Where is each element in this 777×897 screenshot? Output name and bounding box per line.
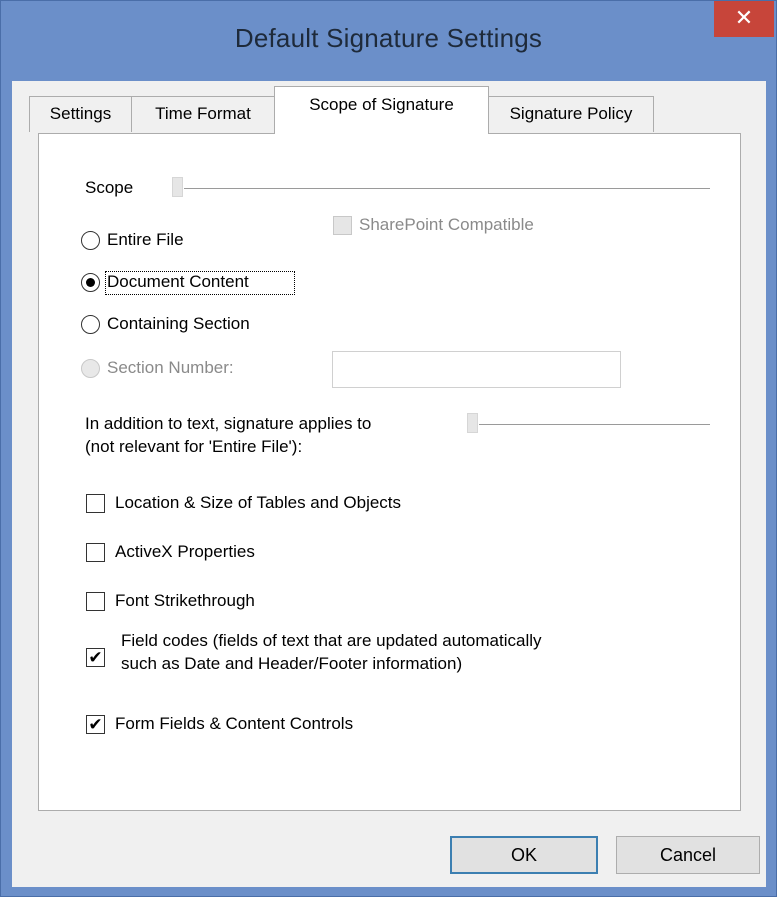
checkbox-location-size-tables-label: Location & Size of Tables and Objects [115,493,402,512]
applies-group-label-line2: (not relevant for 'Entire File'): [85,437,303,456]
checkbox-field-codes-label-line1: Field codes (fields of text that are upd… [121,631,542,650]
tab-time-format[interactable]: Time Format [131,96,275,132]
radio-entire-file[interactable] [81,231,100,250]
radio-section-number[interactable] [81,359,100,378]
tab-panel: Scope SharePoint Compatible Entire File … [38,133,741,811]
cancel-button[interactable]: Cancel [616,836,760,874]
section-number-input[interactable] [332,351,621,388]
checkbox-field-codes[interactable]: ✔ [86,648,105,667]
close-button[interactable]: ✕ [714,1,774,37]
checkbox-form-fields-label: Form Fields & Content Controls [115,714,354,733]
cancel-button-label: Cancel [659,845,717,865]
radio-containing-section-label: Containing Section [107,314,250,333]
checkbox-activex-properties-label: ActiveX Properties [115,542,255,561]
applies-group-divider [479,424,710,425]
scope-group-divider [184,188,710,189]
close-icon: ✕ [734,5,754,30]
ok-button[interactable]: OK [450,836,598,874]
tab-signature-policy-label: Signature Policy [509,104,633,123]
tab-settings-label: Settings [49,104,112,123]
window-title: Default Signature Settings [234,23,543,53]
check-mark-icon: ✔ [88,715,103,734]
applies-group-label-line1: In addition to text, signature applies t… [85,414,372,433]
radio-document-content[interactable] [81,273,100,292]
applies-group-divider-handle [467,413,478,433]
sharepoint-compatible-label: SharePoint Compatible [359,215,534,234]
title-bar[interactable]: Default Signature Settings ✕ [1,1,776,81]
scope-group-divider-handle [172,177,183,197]
check-mark-icon: ✔ [88,648,103,667]
checkbox-field-codes-label-line2: such as Date and Header/Footer informati… [121,654,463,673]
radio-entire-file-label: Entire File [107,230,184,249]
tab-scope-of-signature[interactable]: Scope of Signature [274,86,489,134]
checkbox-font-strikethrough-label: Font Strikethrough [115,591,255,610]
scope-group-label: Scope [85,178,134,197]
checkbox-form-fields[interactable]: ✔ [86,715,105,734]
radio-containing-section[interactable] [81,315,100,334]
sharepoint-compatible-checkbox[interactable] [333,216,352,235]
tab-signature-policy[interactable]: Signature Policy [488,96,654,132]
dialog-client-area: Settings Time Format Scope of Signature … [12,81,766,887]
checkbox-font-strikethrough[interactable] [86,592,105,611]
checkbox-activex-properties[interactable] [86,543,105,562]
tab-scope-of-signature-label: Scope of Signature [309,95,454,114]
dialog-window: Default Signature Settings ✕ Settings Ti… [0,0,777,897]
radio-document-content-label: Document Content [107,272,249,291]
tab-settings[interactable]: Settings [29,96,132,132]
radio-section-number-label: Section Number: [107,358,234,377]
tab-time-format-label: Time Format [155,104,251,123]
ok-button-label: OK [510,845,537,865]
checkbox-location-size-tables[interactable] [86,494,105,513]
